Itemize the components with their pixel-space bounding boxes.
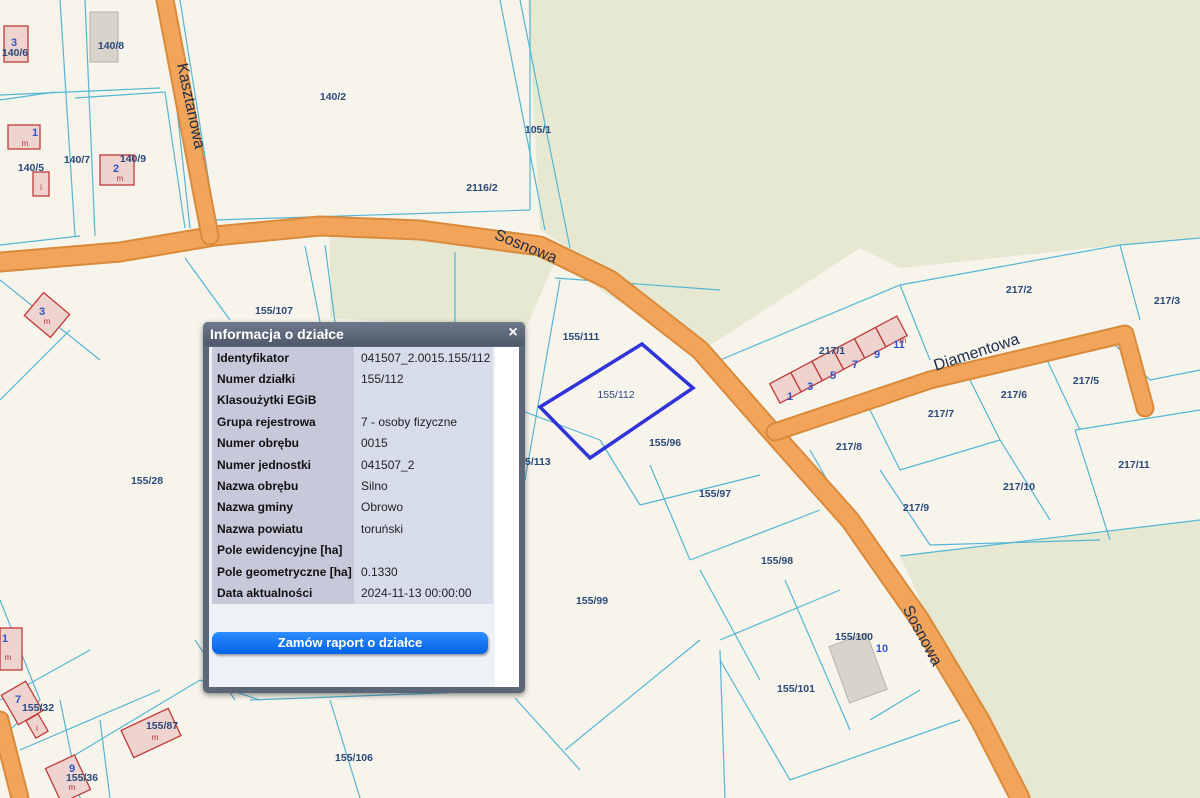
- info-value: 041507_2: [354, 453, 493, 476]
- building-number: 7: [15, 694, 21, 706]
- parcel-label: 217/3: [1154, 295, 1180, 307]
- info-key: Klasoużytki EGiB: [212, 389, 354, 412]
- building-number: 9: [69, 763, 75, 775]
- popup-titlebar[interactable]: Informacja o działce ×: [203, 322, 525, 346]
- parcel-label: 140/9: [120, 153, 146, 165]
- info-key: Pole geometryczne [ha]: [212, 560, 354, 583]
- parcel-label: 155/87: [146, 720, 178, 732]
- building-number: 10: [876, 643, 888, 655]
- parcel-label: 140/5: [18, 162, 44, 174]
- info-key: Numer obrębu: [212, 432, 354, 454]
- cadastral-map[interactable]: Kasztanowa Sosnowa Sosnowa Diamentowa 14…: [0, 0, 1200, 798]
- parcel-label: 140/7: [64, 154, 90, 166]
- parcel-label: 155/32: [22, 702, 54, 714]
- building-number: 5: [830, 370, 836, 382]
- parcel-label: 155/111: [563, 331, 600, 343]
- parcel-label: 155/107: [255, 305, 293, 317]
- building-number: 9: [874, 349, 880, 361]
- parcel-label: 155/101: [777, 683, 815, 695]
- info-key: Nazwa powiatu: [212, 518, 354, 540]
- info-key: Pole ewidencyjne [ha]: [212, 539, 354, 561]
- building-marker: m: [5, 653, 12, 662]
- parcel-label: 140/2: [320, 91, 346, 103]
- info-value: 0015: [354, 432, 493, 454]
- table-row: Klasoużytki EGiB: [212, 389, 493, 412]
- building-number: 1: [2, 633, 8, 645]
- parcel-info-table: Identyfikator 041507_2.0015.155/112 Numer…: [212, 347, 493, 604]
- info-value: [354, 389, 493, 412]
- info-value: 041507_2.0015.155/112: [354, 347, 493, 369]
- order-report-button[interactable]: Zamów raport o działce: [212, 632, 488, 654]
- table-row: Numer jednostki 041507_2: [212, 453, 493, 476]
- table-row: Data aktualności 2024-11-13 00:00:00: [212, 582, 493, 604]
- popup-title: Informacja o działce: [210, 326, 344, 342]
- parcel-label: 155/97: [699, 488, 731, 500]
- building-marker: m: [44, 317, 51, 326]
- parcel-label: 140/8: [98, 40, 124, 52]
- info-value: 0.1330: [354, 560, 493, 583]
- info-key: Data aktualności: [212, 582, 354, 604]
- info-key: Nazwa gminy: [212, 496, 354, 519]
- popup-body: Identyfikator 041507_2.0015.155/112 Numer…: [209, 347, 519, 687]
- popup-scroll-area[interactable]: [495, 347, 519, 687]
- parcel-label: 217/7: [928, 408, 954, 420]
- info-value: [354, 539, 493, 561]
- building-marker: m: [152, 733, 159, 742]
- info-key: Grupa rejestrowa: [212, 411, 354, 433]
- info-value: 155/112: [354, 368, 493, 390]
- parcel-label: 217/5: [1073, 375, 1099, 387]
- building-marker: m: [69, 783, 76, 792]
- parcel-label: 217/9: [903, 502, 929, 514]
- parcel-label: 217/10: [1003, 481, 1035, 493]
- parcel-label: 155/98: [761, 555, 793, 567]
- parcel-label: 217/6: [1001, 389, 1027, 401]
- building-number: 7: [852, 359, 858, 371]
- parcel-label: 217/1: [819, 345, 845, 357]
- parcel-info-popup: Informacja o działce × Identyfikator 0415…: [203, 322, 525, 693]
- parcel-label: 2116/2: [466, 182, 498, 194]
- table-row: Identyfikator 041507_2.0015.155/112: [212, 347, 493, 369]
- info-key: Numer jednostki: [212, 453, 354, 476]
- building-number: 1: [787, 391, 793, 403]
- parcel-label: 105/1: [525, 124, 551, 136]
- parcel-label: 155/96: [649, 437, 681, 449]
- building-marker: m: [117, 174, 124, 183]
- info-key: Numer działki: [212, 368, 354, 390]
- parcel-label: 155/100: [835, 631, 873, 643]
- building-marker: i: [40, 183, 42, 192]
- table-row: Numer obrębu 0015: [212, 432, 493, 454]
- table-row: Nazwa powiatu toruński: [212, 518, 493, 540]
- info-key: Identyfikator: [212, 347, 354, 369]
- parcel-label: 217/2: [1006, 284, 1032, 296]
- table-row: Numer działki 155/112: [212, 368, 493, 390]
- building-marker: m: [900, 336, 907, 345]
- building-grey-140-8: [89, 11, 119, 63]
- parcel-label-selected: 155/112: [597, 389, 634, 401]
- parcel-label: 155/28: [131, 475, 163, 487]
- table-row: Pole ewidencyjne [ha]: [212, 539, 493, 561]
- building-number: 1: [32, 127, 38, 139]
- table-row: Nazwa gminy Obrowo: [212, 496, 493, 519]
- building-number: 3: [11, 37, 17, 49]
- table-row: Pole geometryczne [ha] 0.1330: [212, 560, 493, 583]
- info-value: Silno: [354, 475, 493, 497]
- parcel-label: 217/8: [836, 441, 862, 453]
- info-key: Nazwa obrębu: [212, 475, 354, 497]
- close-icon[interactable]: ×: [506, 324, 520, 342]
- parcel-label: 155/106: [335, 752, 373, 764]
- building-marker: m: [22, 139, 29, 148]
- building-number: 3: [807, 381, 813, 393]
- parcel-label: 217/11: [1118, 459, 1150, 471]
- info-value: 2024-11-13 00:00:00: [354, 582, 493, 604]
- info-value: toruński: [354, 518, 493, 540]
- info-value: Obrowo: [354, 496, 493, 519]
- table-row: Grupa rejestrowa 7 - osoby fizyczne: [212, 411, 493, 433]
- parcel-label: 155/99: [576, 595, 608, 607]
- building-marker: i: [36, 724, 38, 733]
- info-value: 7 - osoby fizyczne: [354, 411, 493, 433]
- table-row: Nazwa obrębu Silno: [212, 475, 493, 497]
